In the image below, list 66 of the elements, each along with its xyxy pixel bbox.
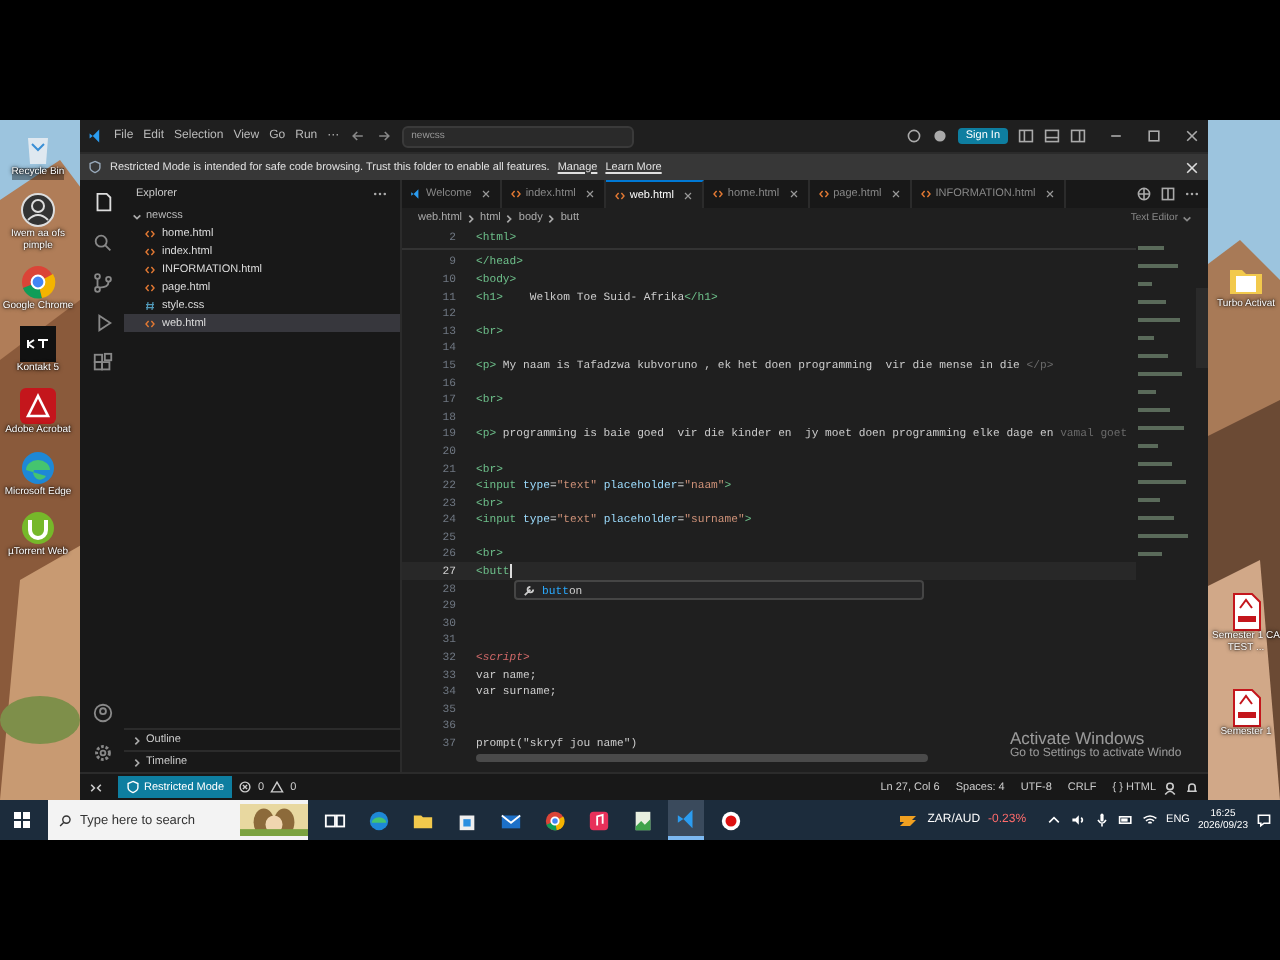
battery-icon[interactable] [1118,812,1135,828]
close-icon[interactable] [1043,188,1056,200]
vscode-icon[interactable] [668,800,704,840]
search-icon [58,813,72,827]
chevron-icon [504,213,515,223]
error-icon[interactable] [238,780,253,794]
files-icon[interactable] [91,192,113,214]
globe-icon[interactable] [1136,186,1152,202]
wrench-icon [522,583,536,598]
extensions-icon[interactable] [91,352,113,374]
code-brackets-icon [509,188,522,200]
forward-arrow-icon[interactable] [375,128,392,144]
code-brackets-icon [919,188,932,200]
code-brackets-icon [144,263,156,275]
close-icon[interactable] [681,189,694,201]
bell-icon[interactable] [1184,779,1200,795]
utorrent-icon[interactable] [18,508,58,549]
shield-icon [88,160,102,174]
back-arrow-icon[interactable] [349,128,366,144]
settings-icon[interactable] [91,742,113,764]
horizontal-scrollbar[interactable] [476,753,928,762]
person-icon[interactable] [18,189,58,230]
search-icon[interactable] [91,232,113,254]
notification-icon[interactable] [1256,812,1272,828]
close-icon[interactable] [889,188,902,200]
close-icon[interactable] [479,188,492,200]
show-hidden-icons-icon[interactable] [1046,812,1063,828]
code-brackets-icon [711,188,724,200]
kontakt-icon[interactable] [18,324,58,364]
maximize-icon[interactable] [1146,128,1162,144]
close-icon[interactable] [1184,128,1200,144]
edge-icon[interactable] [18,447,58,487]
more-actions-icon[interactable] [372,190,388,198]
acrobat-icon[interactable] [18,385,58,426]
source-control-icon[interactable] [91,272,113,294]
chevron-icon[interactable] [132,735,142,745]
layout-icon[interactable] [1018,128,1034,144]
close-icon[interactable] [787,188,800,200]
code-brackets-icon [144,227,156,239]
chevron-icon[interactable] [132,757,142,767]
split-editor-icon[interactable] [1160,186,1176,202]
chevron-icon [546,213,557,223]
chevron-icon [466,213,477,223]
code-brackets-icon [144,317,156,329]
vertical-scrollbar[interactable] [1196,288,1208,368]
hash-icon [144,299,156,311]
chrome-icon[interactable] [18,262,58,303]
windows-start-icon[interactable] [10,808,34,832]
people-icon[interactable] [1162,779,1178,795]
close-icon[interactable] [583,188,596,200]
code-brackets-icon [144,245,156,257]
vscode-logo-icon [88,128,104,144]
code-brackets-icon [817,188,830,200]
code-brackets-icon [144,281,156,293]
warning-icon[interactable] [270,780,285,794]
code-brackets-icon [613,189,626,201]
microphone-icon[interactable] [1094,812,1111,828]
activation-title: Activate Windows [1010,728,1147,748]
wifi-icon[interactable] [1142,812,1159,828]
chevron-down-icon[interactable] [1182,213,1192,223]
chevron-icon[interactable] [132,211,142,221]
panel-icon[interactable] [1044,128,1060,144]
speaker-icon[interactable] [1070,812,1087,828]
sidebar-icon[interactable] [1070,128,1086,144]
more-actions-icon[interactable] [1184,190,1200,198]
vscode-logo-icon [410,188,422,200]
